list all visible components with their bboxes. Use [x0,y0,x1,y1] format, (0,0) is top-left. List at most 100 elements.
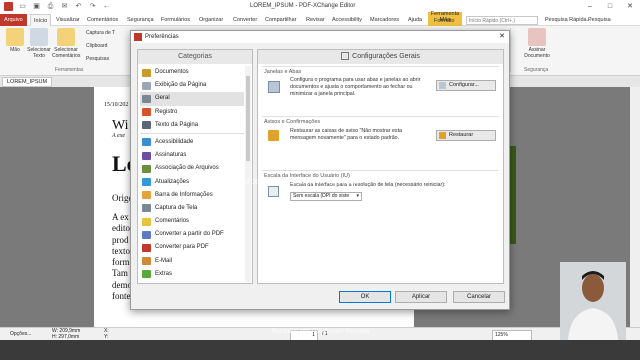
category-item[interactable]: Acessibilidade [140,136,244,149]
category-item[interactable]: E-Mail [140,255,244,268]
select-comments-icon [57,28,75,46]
category-item[interactable]: Comentários [140,215,244,228]
category-icon [142,151,151,160]
categories-scrollbar[interactable] [245,66,251,282]
tab-seguranca[interactable]: Segurança [127,14,154,26]
tab-ajuda[interactable]: Ajuda [408,14,422,26]
category-label: E-Mail [155,257,173,264]
app-logo-icon [4,2,13,11]
tab-organizar[interactable]: Organizar [199,14,223,26]
ribbon-separator [510,28,511,72]
status-options-button[interactable]: Opções... [10,330,31,339]
section-warnings: Avisos e Confirmações Restaurar as caixa… [262,116,499,158]
tab-visualizar[interactable]: Visualizar [56,14,80,26]
print-icon[interactable]: ⎙ [46,2,55,11]
category-icon [142,204,151,213]
categories-header: Categorias [138,50,252,64]
category-item[interactable]: Associação de Arquivos [140,162,244,175]
category-item[interactable]: Barra de Informações [140,189,244,202]
select-comments-label-2: Comentários [52,53,81,59]
warning-icon [268,130,279,141]
category-icon [142,270,151,279]
category-item[interactable]: Extras [140,268,244,281]
category-label: Extras [155,270,173,277]
tab-inicio[interactable]: Início [30,14,52,26]
close-button[interactable]: ✕ [620,0,640,14]
category-item[interactable]: Converter a partir do PDF [140,228,244,241]
apply-button[interactable]: Aplicar [395,291,447,303]
desc-line: mensagem novamente" para o estado padrão… [290,135,400,141]
tab-formularios[interactable]: Formulários [161,14,190,26]
screen-capture-button[interactable]: Captura de T [86,30,115,36]
quick-search-input[interactable]: Início Rápido (Ctrl+.) [466,16,538,25]
save-icon[interactable]: ▣ [32,2,41,11]
undo-icon[interactable]: ↶ [74,2,83,11]
ui-scale-dropdown[interactable]: Sem escala (DPI do siste ▾ [290,192,362,201]
open-icon[interactable]: ▭ [18,2,27,11]
desc-line: Configura o programa para usar abas e ja… [290,77,421,83]
category-item[interactable]: Registro [140,106,244,119]
webcam-overlay [560,262,626,340]
ok-button[interactable]: OK [339,291,391,303]
document-tab[interactable]: LOREM_IPSUM [2,77,53,87]
tab-arquivo[interactable]: Arquivo [0,14,27,26]
category-label: Registro [155,108,178,115]
page-heading-sub: A exe [112,133,126,139]
email-icon[interactable]: ✉ [60,2,69,11]
category-item[interactable]: Documentos [140,66,244,79]
category-icon [142,108,151,117]
desc-line: Restaurar as caixas de aviso "Não mostra… [290,128,402,134]
category-item[interactable]: Assinaturas [140,149,244,162]
clipboard-button[interactable]: Clipboard [86,43,107,49]
category-label: Geral [155,95,170,102]
category-icon [142,178,151,186]
quick-search-link[interactable]: Pesquisa Rápida... [545,15,591,25]
category-label: Exibição da Página [155,82,207,89]
tab-revisar[interactable]: Revisar [306,14,325,26]
tab-converter[interactable]: Converter [233,14,257,26]
settings-header: Configurações Gerais [258,50,503,64]
category-label: Converter a partir do PDF [155,231,224,238]
group-label-seguranca: Segurança [524,67,549,73]
category-icon [142,230,151,239]
sign-document-icon [528,28,546,46]
windows-tabs-icon [268,81,280,93]
minimize-button[interactable]: – [580,0,600,14]
select-comments-button[interactable]: Selecionar Comentários [52,28,80,59]
select-text-button[interactable]: Selecionar Texto [25,28,53,59]
category-item[interactable]: Geral [140,92,244,106]
category-icon [142,191,151,200]
maximize-button[interactable]: □ [600,0,620,14]
category-icon [142,257,151,266]
category-item[interactable]: Captura de Tela [140,202,244,215]
taskbar [0,340,640,360]
categories-scroll-thumb[interactable] [246,76,250,161]
category-label: Atualizações [155,178,190,185]
title-bar: ▭ ▣ ⎙ ✉ ↶ ↷ ← LOREM_IPSUM - PDF-XChange … [0,0,640,14]
redo-icon[interactable]: ↷ [88,2,97,11]
category-item[interactable]: Texto da Página [140,119,244,132]
category-item[interactable]: Converter para PDF [140,241,244,254]
category-label: Converter para PDF [155,244,209,251]
back-icon[interactable]: ← [102,2,111,11]
category-item[interactable]: Exibição da Página [140,79,244,92]
settings-header-icon [341,52,350,61]
section-title: Avisos e Confirmações [264,119,321,125]
sign-document-button[interactable]: Assinar Documento [520,28,554,59]
tab-accessibility[interactable]: Accessibility [332,14,362,26]
configure-button[interactable]: Configurar... [436,80,496,91]
tab-marcadores[interactable]: Marcadores [370,14,399,26]
section-description: Restaurar as caixas de aviso "Não mostra… [290,128,402,142]
tab-compartilhar[interactable]: Compartilhar [265,14,296,26]
category-label: Barra de Informações [155,191,213,198]
category-label: Captura de Tela [155,204,198,211]
category-label: Documentos [155,69,189,75]
tab-comentarios[interactable]: Comentários [87,14,118,26]
searches-button[interactable]: Pesquisas [86,56,109,62]
dialog-close-button[interactable]: ✕ [499,31,505,43]
section-title: Janelas e Abas [264,69,302,75]
restore-button[interactable]: Restaurar [436,130,496,141]
restore-warning-icon [439,132,446,139]
cancel-button[interactable]: Cancelar [453,291,505,303]
vertical-scrollbar[interactable] [630,87,640,327]
